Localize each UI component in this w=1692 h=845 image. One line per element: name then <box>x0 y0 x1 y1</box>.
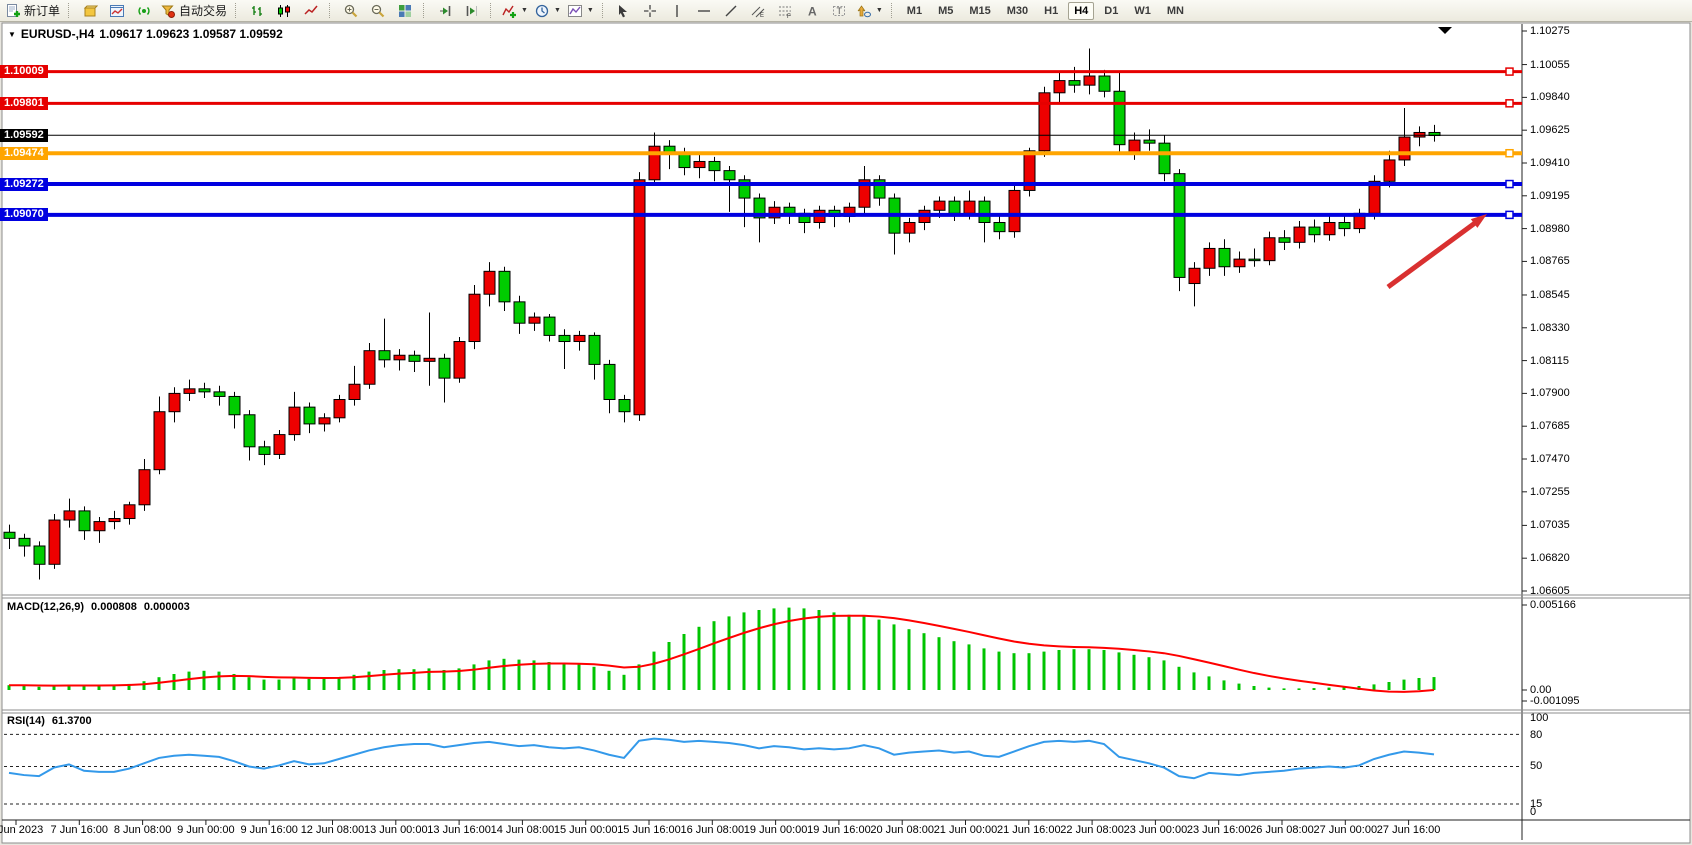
autotrade-icon <box>160 3 176 19</box>
templates-icon <box>567 3 583 19</box>
chart-title-symbol: EURUSD-,H4 <box>21 27 94 41</box>
chevron-down-icon[interactable]: ▼ <box>876 7 883 14</box>
bars-icon <box>249 3 265 19</box>
chart-window-icon <box>109 3 125 19</box>
toolbar-button-trendline[interactable] <box>718 0 745 22</box>
chevron-down-icon[interactable]: ▼ <box>587 7 594 14</box>
fibonacci-icon: F <box>777 3 793 19</box>
toolbar-button-horizontal-line[interactable] <box>691 0 718 22</box>
crosshair-icon <box>642 3 658 19</box>
toolbar-button-new-order[interactable]: 新订单 <box>2 0 63 22</box>
trendline-icon <box>723 3 739 19</box>
line-chart-icon <box>303 3 319 19</box>
toolbar-button-chart-shift[interactable] <box>458 0 485 22</box>
periods-icon <box>534 3 550 19</box>
toolbar-button-new-chart[interactable] <box>103 0 130 22</box>
toolbar-button-vertical-line[interactable] <box>664 0 691 22</box>
toolbar-button-equidistant-channel[interactable]: E <box>745 0 772 22</box>
zoom-in-icon <box>343 3 359 19</box>
macd-label: MACD(12,26,9) <box>7 601 84 613</box>
zoom-out-icon <box>370 3 386 19</box>
rsi-pane-label: RSI(14) 61.3700 <box>7 715 92 727</box>
label-icon: T <box>831 3 847 19</box>
auto-scroll-icon <box>437 3 453 19</box>
new-order-icon <box>5 3 21 19</box>
toolbar-group-windows: 自动交易 <box>63 0 230 22</box>
toolbar-button-auto-trading[interactable]: 自动交易 <box>157 0 230 22</box>
toolbar-button-zoom-in[interactable] <box>337 0 364 22</box>
hline-icon <box>696 3 712 19</box>
chart-title: ▼ EURUSD-,H4 1.09617 1.09623 1.09587 1.0… <box>8 27 283 41</box>
cursor-icon <box>615 3 631 19</box>
rsi-value: 61.3700 <box>52 715 92 727</box>
text-icon: A <box>804 3 820 19</box>
rsi-label: RSI(14) <box>7 715 45 727</box>
candles-icon <box>276 3 292 19</box>
toolbar-separator <box>490 3 495 18</box>
chart-shift-icon <box>464 3 480 19</box>
toolbar-separator <box>423 3 428 18</box>
toolbar-button-tile-windows[interactable] <box>391 0 418 22</box>
svg-text:F: F <box>787 14 791 19</box>
timeframe-m1[interactable]: M1 <box>901 2 928 20</box>
chart-menu-icon[interactable]: ▼ <box>8 30 16 39</box>
macd-pane-label: MACD(12,26,9) 0.000808 0.000003 <box>7 601 190 613</box>
mt4-application: 新订单自动交易▼▼▼EFAT▼M1M5M15M30H1H4D1W1MN 1 1.… <box>0 0 1692 845</box>
toolbar-group-order: 新订单 <box>2 0 63 22</box>
svg-text:E: E <box>760 13 764 19</box>
toolbar-separator <box>891 3 896 18</box>
toolbar: 新订单 自动交易 ▼ ▼ ▼ E F A T ▼ M1M5M15 M30H1H4D1W1MN <box>0 0 1692 22</box>
toolbar-group-chart-types <box>230 0 324 22</box>
timeframe-w1[interactable]: W1 <box>1128 2 1157 20</box>
timeframe-m15[interactable]: M15 <box>963 2 996 20</box>
toolbar-button-zoom-out[interactable] <box>364 0 391 22</box>
toolbar-button-cursor[interactable] <box>610 0 637 22</box>
toolbar-button-crosshair[interactable] <box>637 0 664 22</box>
toolbar-button-arrows[interactable]: ▼ <box>853 0 886 22</box>
toolbar-group-zoom <box>324 0 418 22</box>
toolbar-button-signals[interactable] <box>130 0 157 22</box>
timeframe-d1[interactable]: D1 <box>1098 2 1124 20</box>
timeframe-m30[interactable]: M30 <box>1001 2 1034 20</box>
toolbar-button-bar-chart[interactable] <box>243 0 270 22</box>
toolbar-button-indicators[interactable]: ▼ <box>498 0 531 22</box>
toolbar-separator <box>68 3 73 18</box>
toolbar-separator <box>235 3 240 18</box>
indicators-icon <box>501 3 517 19</box>
tile-windows-icon <box>397 3 413 19</box>
toolbar-separator <box>602 3 607 18</box>
toolbar-button-line-chart[interactable] <box>297 0 324 22</box>
chevron-down-icon[interactable]: ▼ <box>521 7 528 14</box>
signal-icon <box>136 3 152 19</box>
toolbar-button-fibonacci[interactable]: F <box>772 0 799 22</box>
timeframe-h4[interactable]: H4 <box>1068 2 1094 20</box>
toolbar-button-label: 新订单 <box>24 2 60 19</box>
toolbar-button-periods[interactable]: ▼ <box>531 0 564 22</box>
toolbar-button-auto-scroll[interactable] <box>431 0 458 22</box>
macd-signal-value: 0.000003 <box>144 601 190 613</box>
toolbar-button-templates[interactable]: ▼ <box>564 0 597 22</box>
toolbar-button-text-label[interactable]: T <box>826 0 853 22</box>
channel-icon: E <box>750 3 766 19</box>
toolbar-group-scroll <box>418 0 485 22</box>
yellow-cube-icon <box>82 3 98 19</box>
timeframe-mn[interactable]: MN <box>1161 2 1190 20</box>
toolbar-group-tools: E F A T ▼ <box>597 0 886 22</box>
timeframe-h1[interactable]: H1 <box>1038 2 1064 20</box>
toolbar-separator <box>329 3 334 18</box>
timeframe-m5[interactable]: M5 <box>932 2 959 20</box>
toolbar-button-market-watch[interactable] <box>76 0 103 22</box>
macd-value: 0.000808 <box>91 601 137 613</box>
shapes-icon <box>856 3 872 19</box>
vline-icon <box>669 3 685 19</box>
toolbar-button-candlestick-chart[interactable] <box>270 0 297 22</box>
chart-canvas <box>0 0 1692 845</box>
toolbar-group-dropdowns: ▼ ▼ ▼ <box>485 0 597 22</box>
chart-title-quotes: 1.09617 1.09623 1.09587 1.09592 <box>99 27 283 41</box>
svg-text:A: A <box>808 4 817 18</box>
toolbar-button-label: 自动交易 <box>179 2 227 19</box>
toolbar-button-text[interactable]: A <box>799 0 826 22</box>
chevron-down-icon[interactable]: ▼ <box>554 7 561 14</box>
svg-text:T: T <box>837 6 843 16</box>
